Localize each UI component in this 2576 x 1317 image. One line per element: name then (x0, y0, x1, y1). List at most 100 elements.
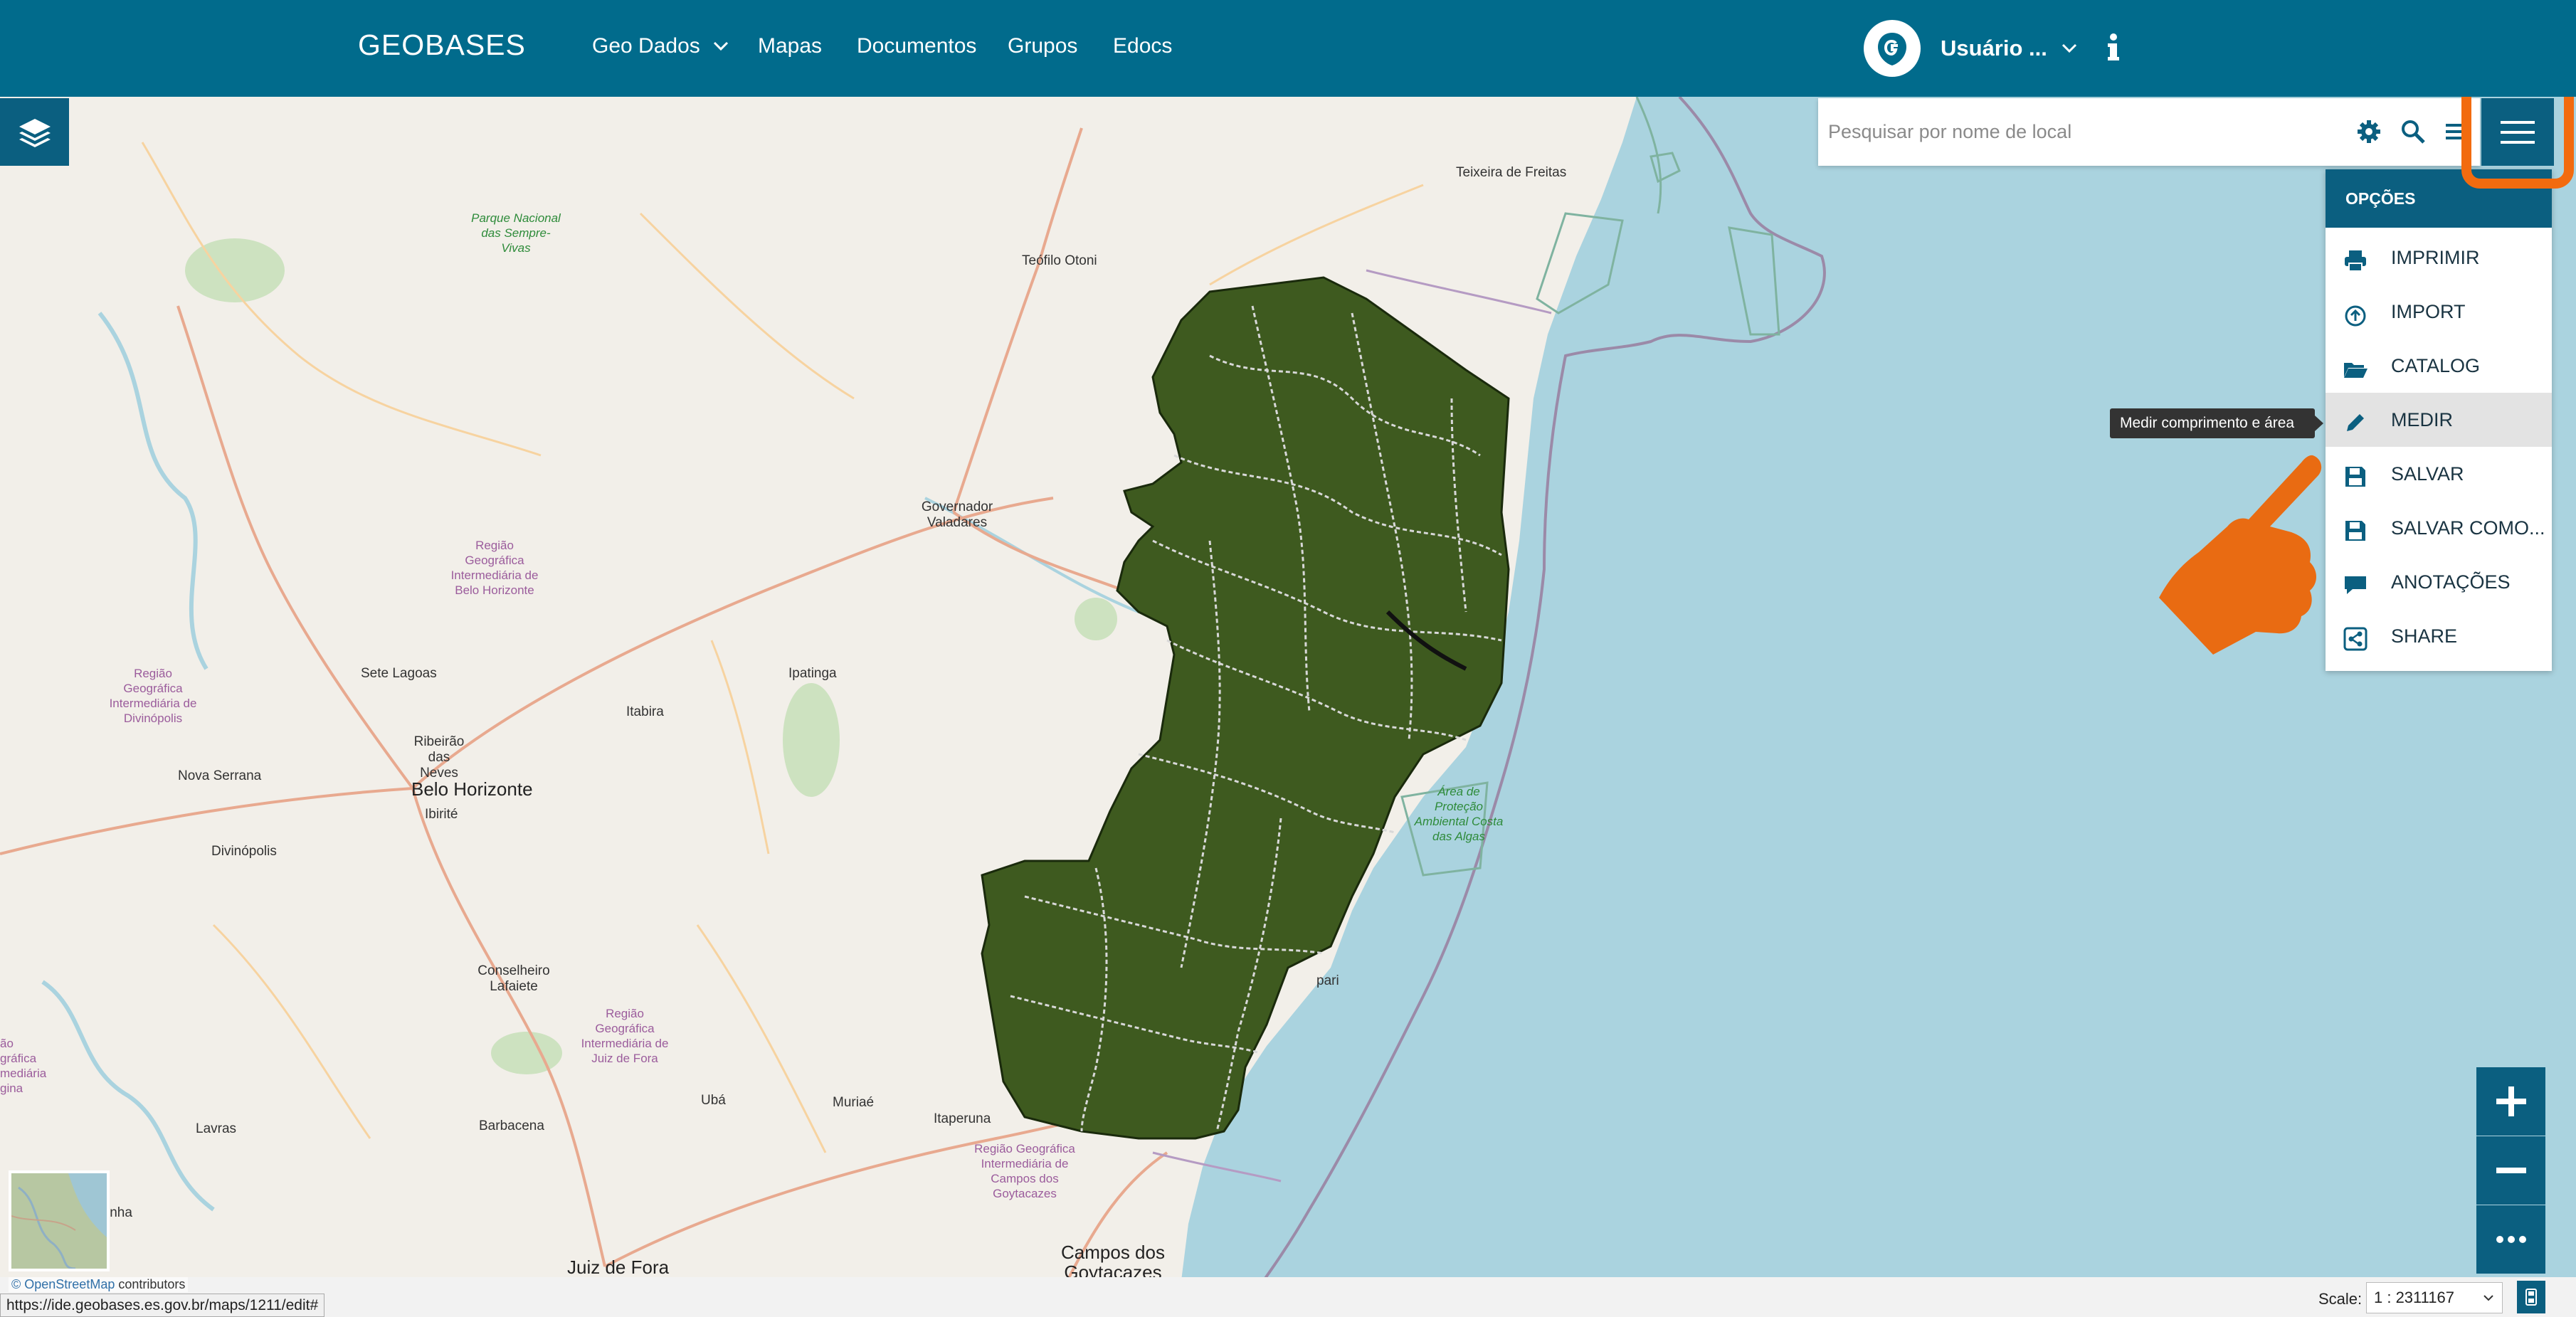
menu-item-label: IMPRIMIR (2391, 247, 2480, 268)
bottom-status-bar (0, 1277, 2576, 1317)
chevron-down-icon (2062, 43, 2076, 53)
ellipsis-icon (2496, 1236, 2526, 1243)
location-search-bar (1818, 98, 2480, 166)
geobases-logo-icon (1864, 20, 1921, 77)
search-icon[interactable] (2400, 118, 2427, 145)
region-label: ão gráfica mediária gina (0, 1037, 47, 1095)
park-label: Parque Nacional das Sempre-Vivas (471, 211, 561, 255)
minimap-image (11, 1173, 107, 1269)
zoom-controls (2476, 1067, 2545, 1274)
menu-item-share[interactable]: SHARE (2326, 609, 2552, 663)
chevron-down-icon (713, 41, 728, 51)
menu-item-label: SALVAR COMO... (2391, 517, 2545, 539)
nav-geo-dados[interactable]: Geo Dados (592, 34, 732, 58)
minimap[interactable] (9, 1170, 110, 1271)
menu-item-salvar-como[interactable]: SALVAR COMO... (2326, 501, 2552, 555)
info-icon[interactable] (2105, 33, 2122, 63)
nav-documentos[interactable]: Documentos (857, 34, 976, 58)
scale-value: 1 : 2311167 (2374, 1289, 2454, 1306)
user-menu[interactable]: Usuário ... (1864, 20, 2080, 77)
nav-label: Grupos (1008, 34, 1078, 58)
place-label: Ribeirão das Neves (413, 734, 465, 781)
place-label: Itabira (626, 704, 664, 719)
chevron-down-icon (2483, 1295, 2493, 1301)
hamburger-icon (2501, 120, 2535, 144)
browser-status-url: https://ide.geobases.es.gov.br/maps/1211… (0, 1294, 325, 1317)
menu-item-label: CATALOG (2391, 355, 2481, 376)
user-name: Usuário ... (1941, 36, 2047, 60)
menu-item-label: SALVAR (2391, 463, 2464, 485)
map-basemap (0, 97, 1826, 1317)
map-attribution: © OpenStreetMap contributors (9, 1277, 189, 1292)
menu-item-label: MEDIR (2391, 409, 2453, 430)
nav-mapas[interactable]: Mapas (758, 34, 822, 58)
save-snapshot-icon (2525, 1289, 2537, 1306)
nav-label: Edocs (1113, 34, 1173, 58)
location-search-input[interactable] (1828, 115, 2369, 148)
menu-item-import[interactable]: IMPORT (2326, 285, 2552, 339)
menu-item-label: IMPORT (2391, 301, 2466, 322)
park-label: Área de Proteção Ambiental Costa das Alg… (1414, 785, 1504, 843)
top-navbar: GEOBASES Geo Dados Mapas Documentos Grup… (0, 0, 2576, 97)
comment-icon (2345, 576, 2366, 594)
place-label: Lavras (196, 1121, 237, 1136)
place-label: Barbacena (479, 1118, 544, 1133)
scale-select[interactable]: 1 : 2311167 (2366, 1282, 2503, 1313)
floppy-icon (2345, 521, 2365, 541)
menu-item-catalog[interactable]: CATALOG (2326, 339, 2552, 393)
layers-icon (19, 118, 51, 147)
place-label: Itaperuna (934, 1111, 991, 1126)
snapshot-button[interactable] (2517, 1281, 2545, 1313)
more-tools-button[interactable] (2476, 1205, 2545, 1274)
place-label: pari (1316, 973, 1339, 988)
nav-grupos[interactable]: Grupos (1008, 34, 1077, 58)
layers-button[interactable] (0, 98, 69, 166)
options-menu-title: OPÇÕES (2326, 169, 2552, 228)
place-label: Ubá (701, 1093, 726, 1108)
place-label: Sete Lagoas (361, 666, 437, 681)
pencil-icon (2347, 414, 2364, 431)
nav-label: Documentos (857, 34, 977, 58)
nav-label: Geo Dados (592, 34, 700, 58)
place-label: Governador Valadares (921, 499, 993, 530)
place-label: Conselheiro Lafaiete (477, 963, 550, 994)
attribution-text: contributors (118, 1277, 186, 1291)
menu-item-anotacoes[interactable]: ANOTAÇÕES (2326, 555, 2552, 609)
menu-item-imprimir[interactable]: IMPRIMIR (2326, 231, 2552, 285)
zoom-out-button[interactable] (2476, 1136, 2545, 1205)
menu-item-label: SHARE (2391, 625, 2458, 647)
printer-icon (2345, 250, 2366, 272)
folder-open-icon (2344, 363, 2368, 378)
share-icon (2343, 627, 2368, 651)
scale-label: Scale: (2318, 1290, 2363, 1308)
place-label: Divinópolis (211, 844, 277, 859)
osm-link[interactable]: © OpenStreetMap (11, 1277, 115, 1291)
place-label: Ipatinga (788, 666, 837, 681)
menu-item-label: ANOTAÇÕES (2391, 571, 2511, 593)
plus-icon (2496, 1086, 2526, 1116)
list-icon[interactable] (2443, 118, 2464, 145)
nav-label: Mapas (758, 34, 823, 58)
place-label: inha (107, 1205, 132, 1220)
gear-icon[interactable] (2355, 118, 2382, 145)
zoom-in-button[interactable] (2476, 1067, 2545, 1136)
place-label: Ibirité (425, 807, 458, 822)
nav-edocs[interactable]: Edocs (1113, 34, 1172, 58)
place-label: Teófilo Otoni (1022, 253, 1097, 268)
upload-icon (2345, 305, 2366, 327)
brand-logo[interactable]: GEOBASES (358, 28, 526, 62)
place-label: Teixeira de Freitas (1456, 165, 1567, 180)
medir-tooltip: Medir comprimento e área (2110, 408, 2323, 438)
options-menu-button[interactable] (2481, 98, 2554, 166)
region-label: Região Geográfica Intermediária de Campo… (974, 1142, 1075, 1200)
map-canvas[interactable]: Teixeira de Freitas Teófilo Otoni Govern… (0, 97, 2576, 1317)
place-label: Belo Horizonte (411, 778, 533, 800)
region-label: Região Geográfica Intermediária de Divin… (109, 667, 197, 725)
menu-item-medir[interactable]: MEDIR (2326, 393, 2552, 447)
menu-item-salvar[interactable]: SALVAR (2326, 447, 2552, 501)
region-label: Região Geográfica Intermediária de Belo … (450, 539, 539, 597)
place-label: Nova Serrana (178, 768, 262, 783)
floppy-icon (2345, 467, 2365, 487)
place-label: Muriaé (833, 1095, 875, 1110)
place-label: Juiz de Fora (567, 1257, 670, 1278)
